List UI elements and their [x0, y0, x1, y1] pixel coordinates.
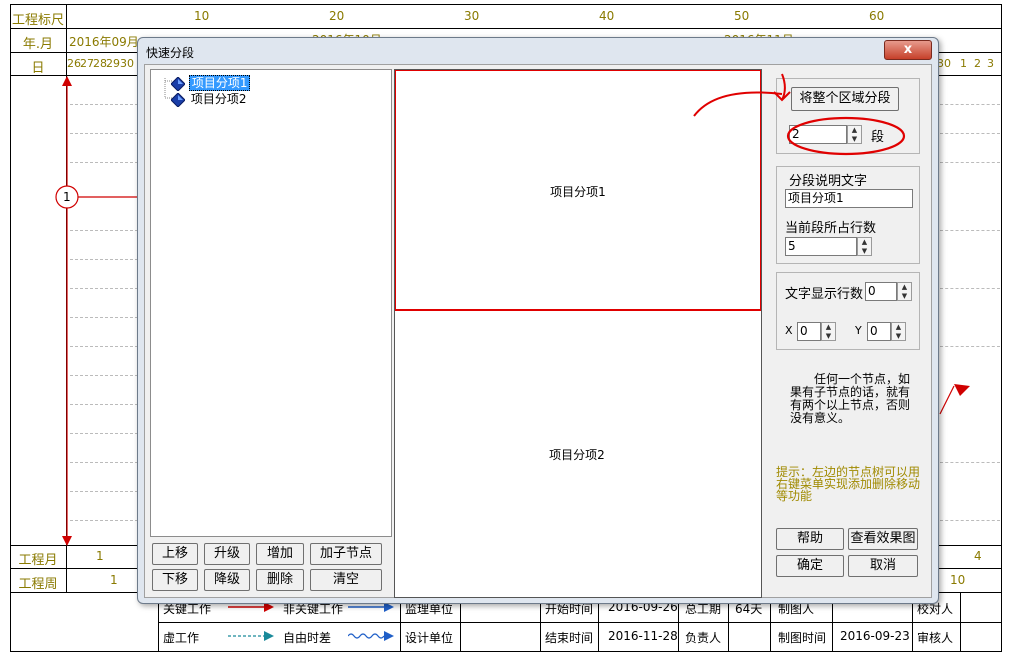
x-label: X [785, 324, 793, 337]
scale-tick: 60 [869, 9, 885, 23]
day-label: 2 [974, 57, 981, 70]
close-button[interactable]: x [884, 40, 932, 60]
rows-stepper[interactable]: ▲ ▼ [857, 237, 872, 256]
segment-area[interactable]: 项目分项2 [395, 310, 761, 597]
move-down-button[interactable]: 下移 [152, 569, 198, 591]
flag-icon [939, 384, 970, 415]
hint-text: 提示：左边的节点树可以用右键菜单实现添加删除移动等功能 [776, 465, 921, 503]
reviewer-label: 审核人 [917, 631, 954, 645]
dialog-titlebar[interactable]: 快速分段 x [138, 38, 938, 64]
delete-button[interactable]: 删除 [256, 569, 304, 591]
node-diamond-icon [170, 91, 186, 108]
info-note: 任何一个节点，如果有子节点的话，就有有两个以上节点，否则没有意义。 [790, 372, 911, 425]
segment-desc-group: 分段说明文字 项目分项1 当前段所占行数 5 ▲ ▼ [776, 166, 920, 264]
row-label-month: 年.月 [22, 37, 54, 52]
segment-desc-input[interactable]: 项目分项1 [785, 189, 913, 208]
tree-item-label: 项目分项2 [190, 92, 247, 106]
day-label: 3 [987, 57, 994, 70]
day-label: 30 [937, 57, 951, 70]
row-label-day: 日 [31, 61, 45, 76]
downgrade-button[interactable]: 降级 [204, 569, 250, 591]
row-label-project-month: 工程月 [18, 553, 58, 568]
node-diamond-icon [170, 75, 186, 92]
day-label: 30 [120, 57, 134, 70]
month-label: 2016年09月 [69, 35, 139, 49]
x-stepper[interactable]: ▲ ▼ [821, 322, 836, 341]
day-label: 1 [960, 57, 967, 70]
tree-item[interactable]: 项目分项2 [170, 90, 248, 108]
dialog-title: 快速分段 [146, 46, 195, 60]
text-rows-label: 文字显示行数 [785, 287, 864, 302]
preview-button[interactable]: 查看效果图 [848, 528, 918, 550]
scale-tick: 10 [194, 9, 210, 23]
ok-button[interactable]: 确定 [776, 555, 844, 577]
day-label: 28 [93, 57, 107, 70]
project-week-value: 1 [110, 573, 118, 587]
scale-tick: 40 [599, 9, 615, 23]
clear-button[interactable]: 清空 [310, 569, 382, 591]
designer-label: 设计单位 [405, 631, 454, 645]
divider [158, 622, 1002, 623]
add-child-node-button[interactable]: 加子节点 [310, 543, 382, 565]
rows-input[interactable]: 5 [785, 237, 857, 256]
x-input[interactable]: 0 [797, 322, 821, 341]
cancel-button[interactable]: 取消 [848, 555, 918, 577]
text-rows-stepper[interactable]: ▲ ▼ [897, 282, 912, 301]
node-label: 1 [63, 190, 71, 204]
owner-label: 负责人 [685, 631, 722, 645]
node-tree[interactable]: 项目分项1 项目分项2 [150, 69, 392, 537]
project-week-value: 10 [950, 573, 966, 587]
segment-label: 项目分项2 [549, 448, 605, 462]
end-time-value: 2016-11-28 [608, 629, 678, 643]
y-label: Y [855, 324, 862, 337]
draw-time-value: 2016-09-23 [840, 629, 910, 643]
day-label: 29 [106, 57, 120, 70]
day-label: 27 [80, 57, 94, 70]
draw-time-label: 制图时间 [778, 631, 827, 645]
divider [10, 28, 1002, 29]
desc-group-title: 分段说明文字 [789, 174, 868, 189]
red-annotation [693, 73, 906, 156]
segment-label: 项目分项1 [550, 185, 606, 199]
free-float-arrow [348, 631, 394, 641]
move-up-button[interactable]: 上移 [152, 543, 198, 565]
critical-path-arrow [55, 76, 144, 546]
tree-item[interactable]: 项目分项1 [170, 74, 251, 92]
upgrade-button[interactable]: 升级 [204, 543, 250, 565]
row-label-scale: 工程标尺 [11, 13, 64, 28]
scale-tick: 30 [464, 9, 480, 23]
help-button[interactable]: 帮助 [776, 528, 844, 550]
tree-item-label: 项目分项1 [188, 75, 251, 91]
day-label: 26 [67, 57, 81, 70]
end-time-label: 结束时间 [545, 631, 594, 645]
virtual-work-arrow [228, 631, 274, 641]
add-button[interactable]: 增加 [256, 543, 304, 565]
rows-label: 当前段所占行数 [785, 221, 877, 236]
row-label-project-week: 工程周 [18, 577, 58, 592]
scale-tick: 20 [329, 9, 345, 23]
legend-free-float: 自由时差 [283, 631, 332, 645]
text-display-group: 文字显示行数 0 ▲ ▼ X 0 ▲ ▼ Y 0 ▲ ▼ [776, 272, 920, 350]
project-month-value: 4 [974, 549, 982, 563]
project-month-value: 1 [96, 549, 104, 563]
legend-virtual-work: 虚工作 [163, 631, 200, 645]
text-rows-input[interactable]: 0 [865, 282, 897, 301]
y-stepper[interactable]: ▲ ▼ [891, 322, 906, 341]
y-input[interactable]: 0 [867, 322, 891, 341]
scale-tick: 50 [734, 9, 750, 23]
